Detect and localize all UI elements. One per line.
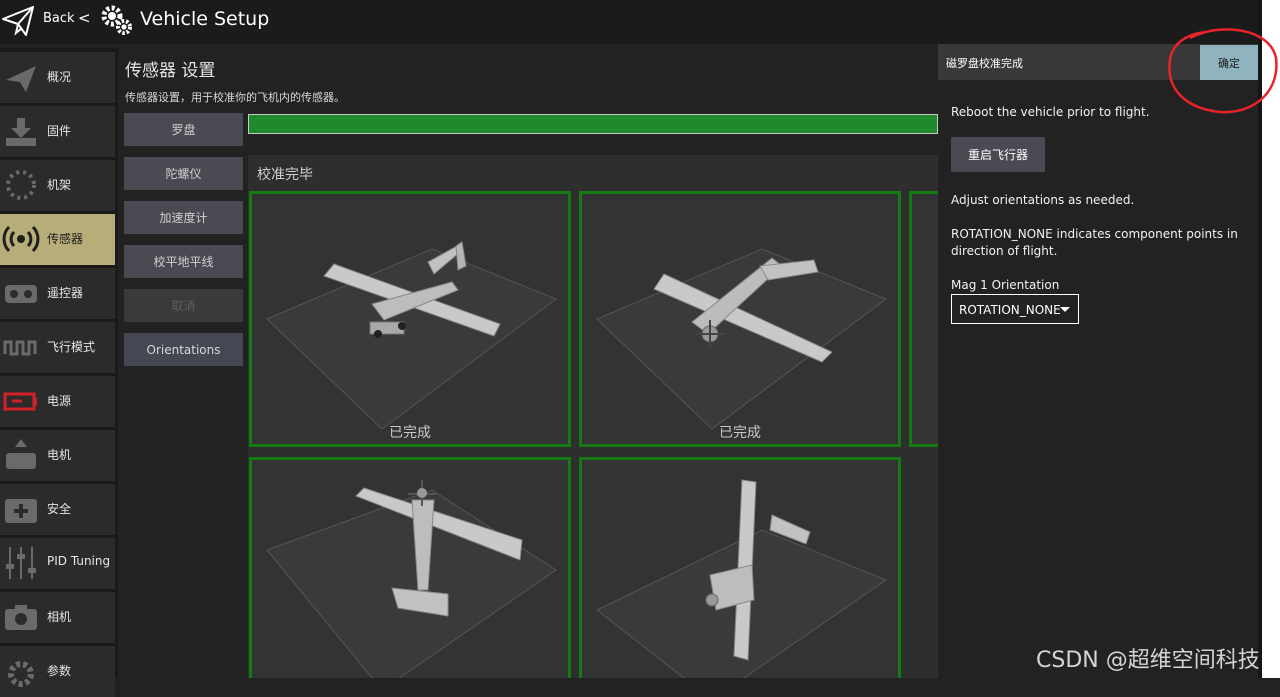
breadcrumb-separator: < [78, 9, 91, 27]
orientation-tile: 已完成 [249, 191, 571, 447]
airplane-model-image [596, 248, 888, 430]
sidebar-item-label: 传感器 [47, 232, 84, 246]
plane-icon [6, 66, 36, 92]
wave-icon [3, 340, 37, 356]
battery-icon [3, 392, 37, 411]
compass-button[interactable]: 罗盘 [124, 113, 243, 146]
airplane-model-image [266, 480, 557, 678]
reboot-instruction: Reboot the vehicle prior to flight. [951, 105, 1150, 119]
sidebar-item-firmware[interactable]: 固件 [0, 106, 115, 157]
gears-icon [101, 5, 132, 35]
sliders-icon [6, 547, 36, 579]
reboot-vehicle-button[interactable]: 重启飞行器 [951, 137, 1045, 172]
adjust-instruction: Adjust orientations as needed. [951, 193, 1135, 207]
orientations-button[interactable]: Orientations [124, 333, 243, 366]
sensor-icon [2, 225, 40, 253]
gear-icon [8, 661, 34, 687]
sidebar-item-power[interactable]: 电源 [0, 376, 115, 427]
sidebar-item-label: 电机 [47, 448, 72, 462]
page-title: 传感器 设置 [125, 61, 216, 81]
sidebar-item-motors[interactable]: 电机 [0, 430, 115, 481]
cancel-button[interactable]: 取消 [124, 289, 243, 322]
sidebar-item-label: 固件 [47, 124, 72, 138]
radio-icon [5, 285, 37, 303]
medkit-icon [5, 499, 37, 523]
mag-orientation-label: Mag 1 Orientation [951, 278, 1060, 292]
frame-icon [6, 170, 36, 200]
sidebar-item-label: PID Tuning [47, 554, 111, 568]
accelerometer-button[interactable]: 加速度计 [124, 201, 243, 234]
airplane-model-image [266, 241, 558, 430]
back-label: Back [43, 11, 75, 26]
mag-orientation-value: ROTATION_NONE [959, 303, 1061, 317]
dropdown-caret-icon [1060, 307, 1070, 312]
orientation-tile [249, 457, 571, 678]
watermark-text: CSDN @超维空间科技 [1036, 648, 1260, 673]
orientation-tile [909, 191, 938, 447]
level-horizon-button[interactable]: 校平地平线 [124, 245, 243, 278]
calibration-status-title: 校准完毕 [257, 167, 313, 183]
sidebar-item-label: 遥控器 [47, 286, 84, 300]
tile-status-label: 已完成 [719, 425, 761, 441]
sidebar-item-camera[interactable]: 相机 [0, 592, 115, 643]
rotation-note: ROTATION_NONE indicates component points… [951, 227, 1238, 258]
calibration-progress-bar [248, 114, 938, 134]
mag-orientation-select[interactable]: ROTATION_NONE [951, 294, 1079, 324]
sidebar-item-label: 电源 [47, 394, 72, 408]
app-title: Vehicle Setup [140, 8, 270, 30]
gyroscope-button[interactable]: 陀螺仪 [124, 157, 243, 190]
red-annotation-circle [1168, 28, 1278, 114]
sidebar-item-pid-tuning[interactable]: PID Tuning [0, 538, 115, 589]
compass-calibration-dialog: 磁罗盘校准完成 确定 Reboot the vehicle prior to f… [938, 44, 1258, 678]
orientation-tile: 已完成 [579, 191, 901, 447]
sidebar-item-sensors[interactable]: 传感器 [0, 214, 115, 265]
calibration-panel: 校准完毕 已完成 已完成 [248, 155, 938, 678]
top-toolbar: Back < Vehicle Setup [0, 0, 1258, 44]
sidebar-item-safety[interactable]: 安全 [0, 484, 115, 535]
download-icon [6, 118, 36, 146]
airplane-model-image [596, 479, 888, 678]
sidebar-item-label: 相机 [47, 610, 72, 624]
page-description: 传感器设置，用于校准你的飞机内的传感器。 [125, 91, 345, 104]
setup-sidebar: 概况 固件 机架 传感器 遥控器 飞行模式 电源 电机 安全 PID Tunin… [0, 48, 118, 697]
sidebar-item-label: 安全 [47, 502, 72, 516]
sidebar-item-flight-modes[interactable]: 飞行模式 [0, 322, 115, 373]
sidebar-item-summary[interactable]: 概况 [0, 52, 115, 103]
sidebar-item-label: 参数 [47, 664, 72, 678]
orientation-tile [579, 457, 901, 678]
sidebar-item-label: 飞行模式 [47, 340, 96, 354]
sidebar-item-label: 概况 [47, 70, 72, 84]
paper-plane-icon [2, 6, 34, 36]
sidebar-item-parameters[interactable]: 参数 [0, 646, 115, 697]
sidebar-item-label: 机架 [47, 178, 72, 192]
motor-icon [6, 439, 36, 469]
tile-status-label: 已完成 [389, 425, 431, 441]
sidebar-item-airframe[interactable]: 机架 [0, 160, 115, 211]
camera-icon [5, 605, 37, 630]
dialog-title: 磁罗盘校准完成 [946, 57, 1023, 70]
sidebar-item-radio[interactable]: 遥控器 [0, 268, 115, 319]
